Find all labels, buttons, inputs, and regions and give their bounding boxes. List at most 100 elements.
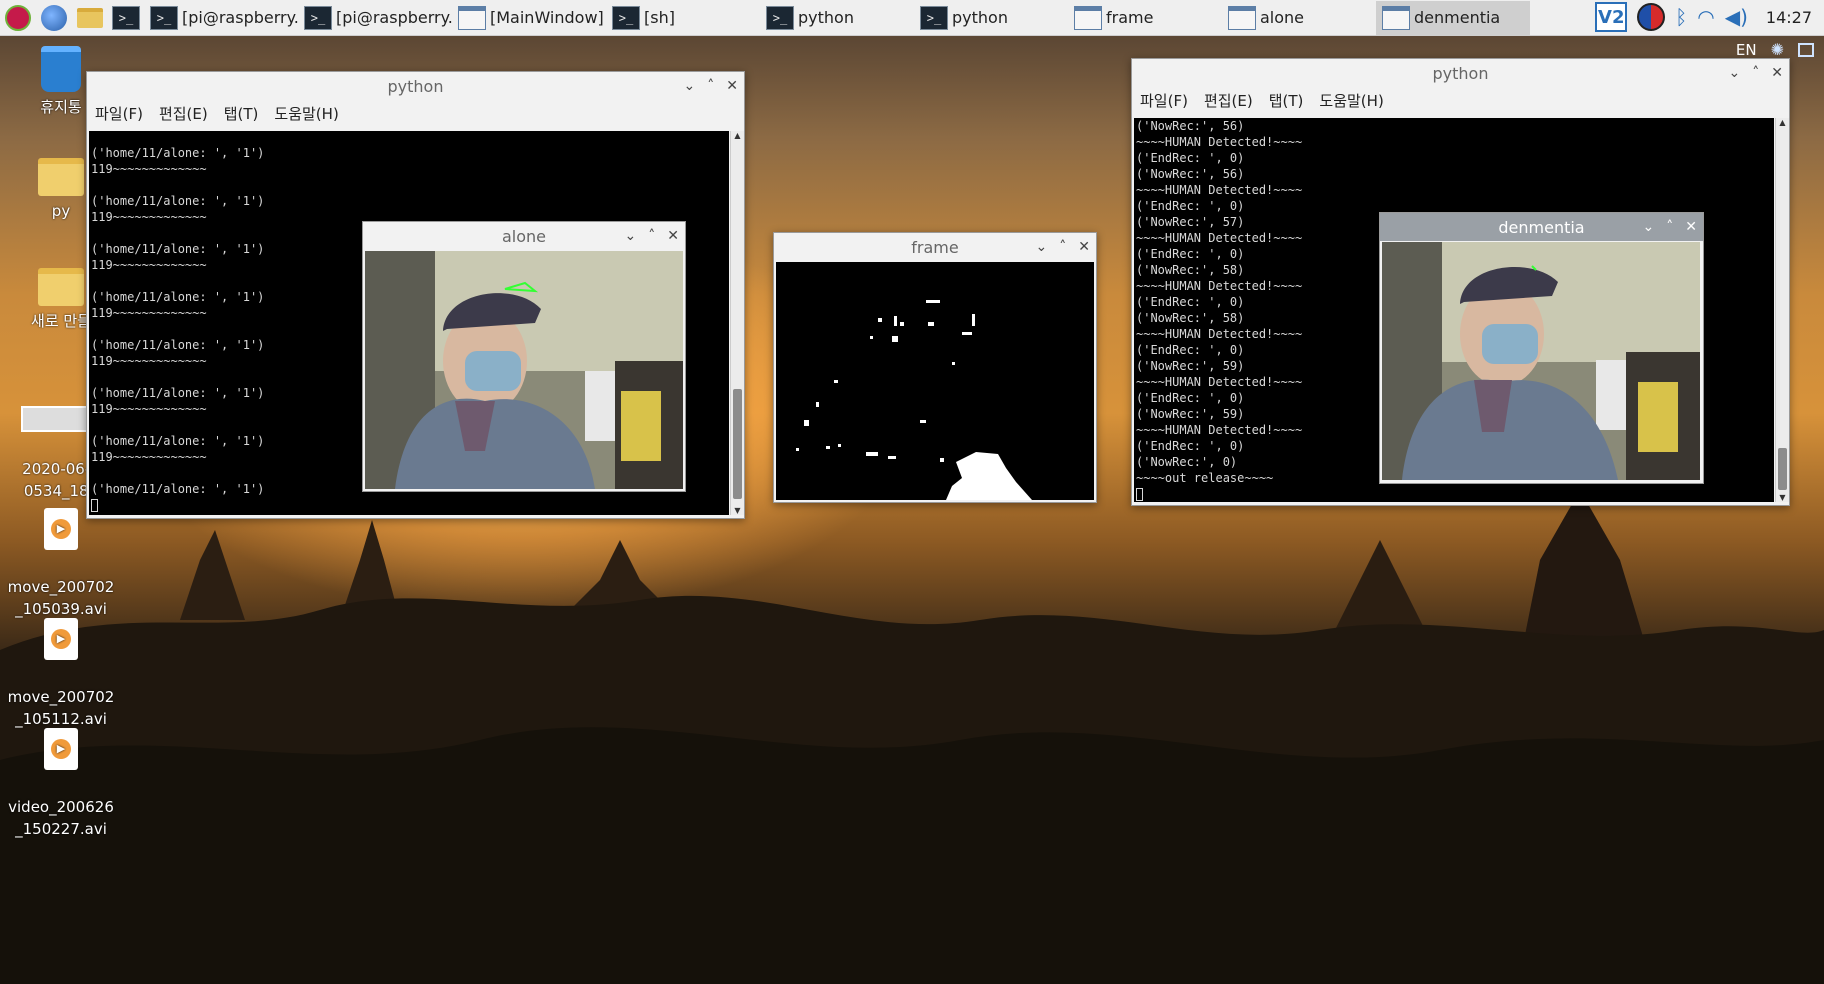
wifi-icon[interactable]: ◠ <box>1697 5 1714 29</box>
scroll-thumb[interactable] <box>1778 448 1787 490</box>
terminal-line: ~~~~HUMAN Detected!~~~~ <box>1136 135 1303 149</box>
scroll-up-arrow-icon[interactable]: ▲ <box>1776 118 1789 127</box>
camera-scene <box>1382 242 1700 480</box>
minimize-button[interactable]: ⌄ <box>1729 65 1741 81</box>
browser-launcher[interactable] <box>36 1 72 35</box>
maximize-button[interactable]: ˄ <box>648 228 655 244</box>
desktop-icon-video-3[interactable]: ▶ video_200626 _150227.avi <box>6 706 116 862</box>
bluetooth-icon[interactable]: ᛒ <box>1675 5 1687 29</box>
window-titlebar[interactable]: python ⌄ ˄ ✕ <box>1132 59 1789 87</box>
globe-icon <box>41 4 67 31</box>
minimize-button[interactable]: ⌄ <box>1036 239 1048 255</box>
taskbar-task-piraspberry[interactable]: >_ [pi@raspberry... <box>298 1 452 35</box>
close-button[interactable]: ✕ <box>1078 239 1090 255</box>
menu-edit[interactable]: 편집(E) <box>159 103 208 124</box>
taskbar-task-label: [pi@raspberry... <box>336 8 452 27</box>
window-titlebar[interactable]: python ⌄ ˄ ✕ <box>87 72 744 100</box>
scrollbar[interactable]: ▲ ▼ <box>1775 118 1789 502</box>
window-title: frame <box>911 237 959 257</box>
denmentia-window[interactable]: denmentia ⌄ ˄ ✕ <box>1379 212 1704 484</box>
scroll-down-arrow-icon[interactable]: ▼ <box>1776 493 1789 502</box>
scroll-up-arrow-icon[interactable]: ▲ <box>731 131 744 140</box>
menu-tabs[interactable]: 탭(T) <box>224 103 259 124</box>
tray-secondary: EN ✺ <box>1736 40 1814 59</box>
taskbar-task-label: denmentia <box>1414 8 1501 27</box>
taskbar-task-piraspberry[interactable]: >_ [pi@raspberry... <box>144 1 298 35</box>
menu-file[interactable]: 파일(F) <box>1140 90 1188 111</box>
menu-help[interactable]: 도움말(H) <box>274 103 338 124</box>
video-file-icon: ▶ <box>44 618 78 660</box>
alone-window[interactable]: alone ⌄ ˄ ✕ <box>362 221 686 492</box>
taskbar-task-label: [sh] <box>644 8 675 27</box>
vnc-icon[interactable]: V2 <box>1595 2 1628 32</box>
terminal-line: ('EndRec: ', 0) <box>1136 151 1245 165</box>
raspberry-menu-button[interactable] <box>0 1 36 35</box>
camera-scene <box>365 251 683 489</box>
motion-mask <box>796 300 1032 500</box>
menu-help[interactable]: 도움말(H) <box>1319 90 1383 111</box>
menu-edit[interactable]: 편집(E) <box>1204 90 1253 111</box>
system-tray: V2 ᛒ ◠ ◀) 14:27 <box>1595 0 1824 34</box>
camera-feed <box>365 251 683 489</box>
window-title: denmentia <box>1498 217 1585 237</box>
text-cursor <box>1136 488 1143 501</box>
taskbar-task-python[interactable]: >_ python <box>760 1 914 35</box>
window-icon <box>458 5 486 30</box>
korean-ime-icon[interactable] <box>1637 3 1666 31</box>
terminal-icon: >_ <box>612 5 640 30</box>
clock[interactable]: 14:27 <box>1766 8 1812 27</box>
close-button[interactable]: ✕ <box>667 228 679 244</box>
taskbar-task-frame[interactable]: frame <box>1068 1 1222 35</box>
maximize-button[interactable]: ˄ <box>707 78 714 94</box>
terminal-icon: >_ <box>112 5 140 30</box>
taskbar-task-python[interactable]: >_ python <box>914 1 1068 35</box>
text-cursor <box>91 499 98 512</box>
volume-icon[interactable]: ◀) <box>1725 5 1748 29</box>
maximize-button[interactable]: ˄ <box>1666 219 1673 235</box>
close-button[interactable]: ✕ <box>1685 219 1697 235</box>
scroll-down-arrow-icon[interactable]: ▼ <box>731 506 744 515</box>
terminal-line: ('home/11/alone: ', '1') <box>91 194 265 208</box>
terminal-line: 119~~~~~~~~~~~~~ <box>91 162 207 176</box>
file-manager-launcher[interactable] <box>72 1 108 35</box>
close-button[interactable]: ✕ <box>1771 65 1783 81</box>
window-titlebar[interactable]: alone ⌄ ˄ ✕ <box>363 222 685 250</box>
task-list: >_ [pi@raspberry... >_ [pi@raspberry... [Mai… <box>144 0 1530 35</box>
minimize-button[interactable]: ⌄ <box>684 78 696 94</box>
folder-icon <box>77 7 103 28</box>
gear-icon[interactable]: ✺ <box>1771 40 1784 59</box>
window-titlebar[interactable]: frame ⌄ ˄ ✕ <box>774 233 1096 261</box>
window-title: python <box>1432 63 1489 83</box>
taskbar-task-alone[interactable]: alone <box>1222 1 1376 35</box>
taskbar-task-mainwindow[interactable]: [MainWindow] <box>452 1 606 35</box>
terminal-line: ('NowRec:', 56) <box>1136 167 1245 181</box>
window-titlebar[interactable]: denmentia ⌄ ˄ ✕ <box>1380 213 1703 241</box>
keyboard-icon[interactable] <box>1798 42 1814 57</box>
terminal-launcher[interactable]: >_ <box>108 1 144 35</box>
taskbar-task-label: [MainWindow] <box>490 8 604 27</box>
frame-window[interactable]: frame ⌄ ˄ ✕ <box>773 232 1097 503</box>
language-indicator[interactable]: EN <box>1736 41 1757 59</box>
terminal-prompt[interactable] <box>1136 486 1774 502</box>
desktop-icon-label: video_200626 _150227.avi <box>8 798 114 838</box>
maximize-button[interactable]: ˄ <box>1752 65 1759 81</box>
window-icon <box>1228 5 1256 30</box>
terminal-prompt[interactable] <box>91 497 729 513</box>
menu-file[interactable]: 파일(F) <box>95 103 143 124</box>
taskbar-task-sh[interactable]: >_ [sh] <box>606 1 760 35</box>
window-title: alone <box>501 226 547 246</box>
minimize-button[interactable]: ⌄ <box>1643 219 1655 235</box>
folder-icon <box>38 158 84 196</box>
minimize-button[interactable]: ⌄ <box>625 228 637 244</box>
scrollbar[interactable]: ▲ ▼ <box>730 131 744 515</box>
taskbar-task-denmentia[interactable]: denmentia <box>1376 0 1530 35</box>
menu-tabs[interactable]: 탭(T) <box>1269 90 1304 111</box>
video-file-icon: ▶ <box>44 508 78 550</box>
close-button[interactable]: ✕ <box>726 78 738 94</box>
terminal-icon: >_ <box>920 5 948 30</box>
trash-icon <box>41 46 81 92</box>
window-icon <box>1382 5 1410 30</box>
maximize-button[interactable]: ˄ <box>1059 239 1066 255</box>
scroll-thumb[interactable] <box>733 389 742 499</box>
motion-mask-view <box>776 262 1094 500</box>
